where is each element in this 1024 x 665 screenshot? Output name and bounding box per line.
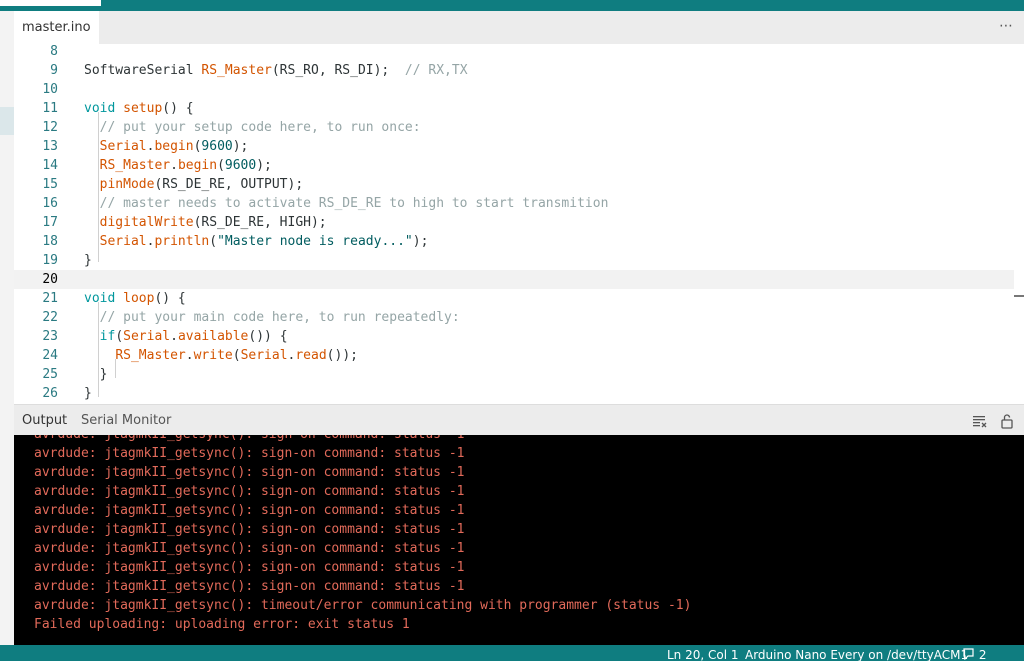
code-line[interactable]: 17 digitalWrite(RS_DE_RE, HIGH); (14, 213, 1014, 232)
code-text: } (84, 367, 108, 382)
line-number: 13 (42, 139, 58, 154)
code-line[interactable]: 20 (14, 270, 1014, 289)
code-text: // put your setup code here, to run once… (99, 120, 421, 135)
code-line[interactable]: 8 (14, 44, 1014, 61)
console-line: avrdude: jtagmkII_getsync(): sign-on com… (34, 503, 465, 518)
line-number: 25 (42, 367, 58, 382)
top-toolbar (0, 0, 1024, 11)
console-line: avrdude: jtagmkII_getsync(): sign-on com… (34, 446, 465, 461)
code-line[interactable]: 16 // master needs to activate RS_DE_RE … (14, 194, 1014, 213)
notification-count: 2 (978, 648, 987, 662)
tab-output[interactable]: Output (22, 405, 67, 436)
line-number: 26 (42, 386, 58, 401)
line-number: 16 (42, 196, 58, 211)
indent-guide (98, 302, 99, 397)
line-number: 18 (42, 234, 58, 249)
line-number: 20 (42, 272, 58, 287)
code-line[interactable]: 24 RS_Master.write(Serial.read()); (14, 346, 1014, 365)
indent-guide (115, 359, 116, 378)
clear-output-icon[interactable] (972, 413, 988, 429)
code-text: } (84, 386, 92, 401)
output-panel-header: Output Serial Monitor (14, 404, 1024, 436)
code-text: Serial.println("Master node is ready..."… (99, 234, 429, 249)
code-line[interactable]: 9 SoftwareSerial RS_Master(RS_RO, RS_DI);… (14, 61, 1014, 80)
code-text: } (84, 253, 92, 268)
code-text: void setup() { (84, 101, 194, 116)
notifications-indicator[interactable]: 2 (962, 645, 986, 665)
console-line: avrdude: jtagmkII_getsync(): sign-on com… (34, 541, 465, 556)
line-number: 14 (42, 158, 58, 173)
line-number: 8 (50, 44, 58, 59)
console-line: avrdude: jtagmkII_getsync(): sign-on com… (34, 484, 465, 499)
code-line[interactable]: 18 Serial.println("Master node is ready.… (14, 232, 1014, 251)
code-line[interactable]: 12 // put your setup code here, to run o… (14, 118, 1014, 137)
status-bar: Ln 20, Col 1 Arduino Nano Every on /dev/… (0, 645, 1024, 662)
code-text: RS_Master.begin(9600); (99, 158, 272, 173)
code-line[interactable]: 10 (14, 80, 1014, 99)
code-line[interactable]: 19} (14, 251, 1014, 270)
line-number: 11 (42, 101, 58, 116)
code-text: if(Serial.available()) { (99, 329, 288, 344)
line-number: 19 (42, 253, 58, 268)
code-text: digitalWrite(RS_DE_RE, HIGH); (99, 215, 327, 230)
tab-master-ino[interactable]: master.ino (14, 11, 99, 44)
side-panel-strip (0, 11, 14, 645)
code-text: SoftwareSerial RS_Master(RS_RO, RS_DI); … (84, 63, 468, 78)
line-number: 9 (50, 63, 58, 78)
code-line[interactable]: 21 void loop() { (14, 289, 1014, 308)
toolbar-tab (0, 0, 101, 6)
code-text: // put your main code here, to run repea… (99, 310, 460, 325)
code-text: Serial.begin(9600); (99, 139, 249, 154)
line-number: 15 (42, 177, 58, 192)
line-number: 24 (42, 348, 58, 363)
output-console[interactable]: avrdude: jtagmkII_getsync(): sign-on com… (14, 435, 1024, 645)
line-number: 17 (42, 215, 58, 230)
code-line[interactable]: 26} (14, 384, 1014, 403)
code-line[interactable]: 11 void setup() { (14, 99, 1014, 118)
line-number: 10 (42, 82, 58, 97)
lock-scroll-icon[interactable] (999, 413, 1015, 429)
console-line: avrdude: jtagmkII_getsync(): sign-on com… (34, 435, 464, 444)
board-port[interactable]: Arduino Nano Every on /dev/ttyACM1 (745, 645, 968, 665)
code-line[interactable]: 15 pinMode(RS_DE_RE, OUTPUT); (14, 175, 1014, 194)
code-line[interactable]: 14 RS_Master.begin(9600); (14, 156, 1014, 175)
console-line: avrdude: jtagmkII_getsync(): timeout/err… (34, 598, 692, 613)
code-text: void loop() { (84, 291, 186, 306)
code-editor[interactable]: 8 9 SoftwareSerial RS_Master(RS_RO, RS_DI)… (14, 44, 1024, 404)
line-number: 23 (42, 329, 58, 344)
console-line: avrdude: jtagmkII_getsync(): sign-on com… (34, 579, 465, 594)
code-line[interactable]: 22 // put your main code here, to run re… (14, 308, 1014, 327)
console-line: avrdude: jtagmkII_getsync(): sign-on com… (34, 560, 465, 575)
console-line: avrdude: jtagmkII_getsync(): sign-on com… (34, 522, 465, 537)
console-line: avrdude: jtagmkII_getsync(): sign-on com… (34, 465, 465, 480)
line-number: 22 (42, 310, 58, 325)
line-number: 12 (42, 120, 58, 135)
code-line[interactable]: 13 Serial.begin(9600); (14, 137, 1014, 156)
editor-tab-bar: master.ino ⋯ (14, 11, 1024, 44)
tab-serial-monitor[interactable]: Serial Monitor (81, 405, 171, 436)
code-text: RS_Master.write(Serial.read()); (115, 348, 358, 363)
scrollbar-marker (1014, 295, 1024, 297)
cursor-position[interactable]: Ln 20, Col 1 (667, 645, 739, 665)
code-text: // master needs to activate RS_DE_RE to … (99, 196, 609, 211)
line-number: 21 (42, 291, 58, 306)
notification-bell-icon (963, 648, 974, 661)
more-actions-icon[interactable]: ⋯ (999, 11, 1014, 44)
indent-guide (98, 112, 99, 262)
console-line: Failed uploading: uploading error: exit … (34, 617, 410, 632)
code-text: pinMode(RS_DE_RE, OUTPUT); (99, 177, 304, 192)
code-line[interactable]: 25 } (14, 365, 1014, 384)
code-line[interactable]: 23 if(Serial.available()) { (14, 327, 1014, 346)
side-panel-selected[interactable] (0, 107, 14, 135)
